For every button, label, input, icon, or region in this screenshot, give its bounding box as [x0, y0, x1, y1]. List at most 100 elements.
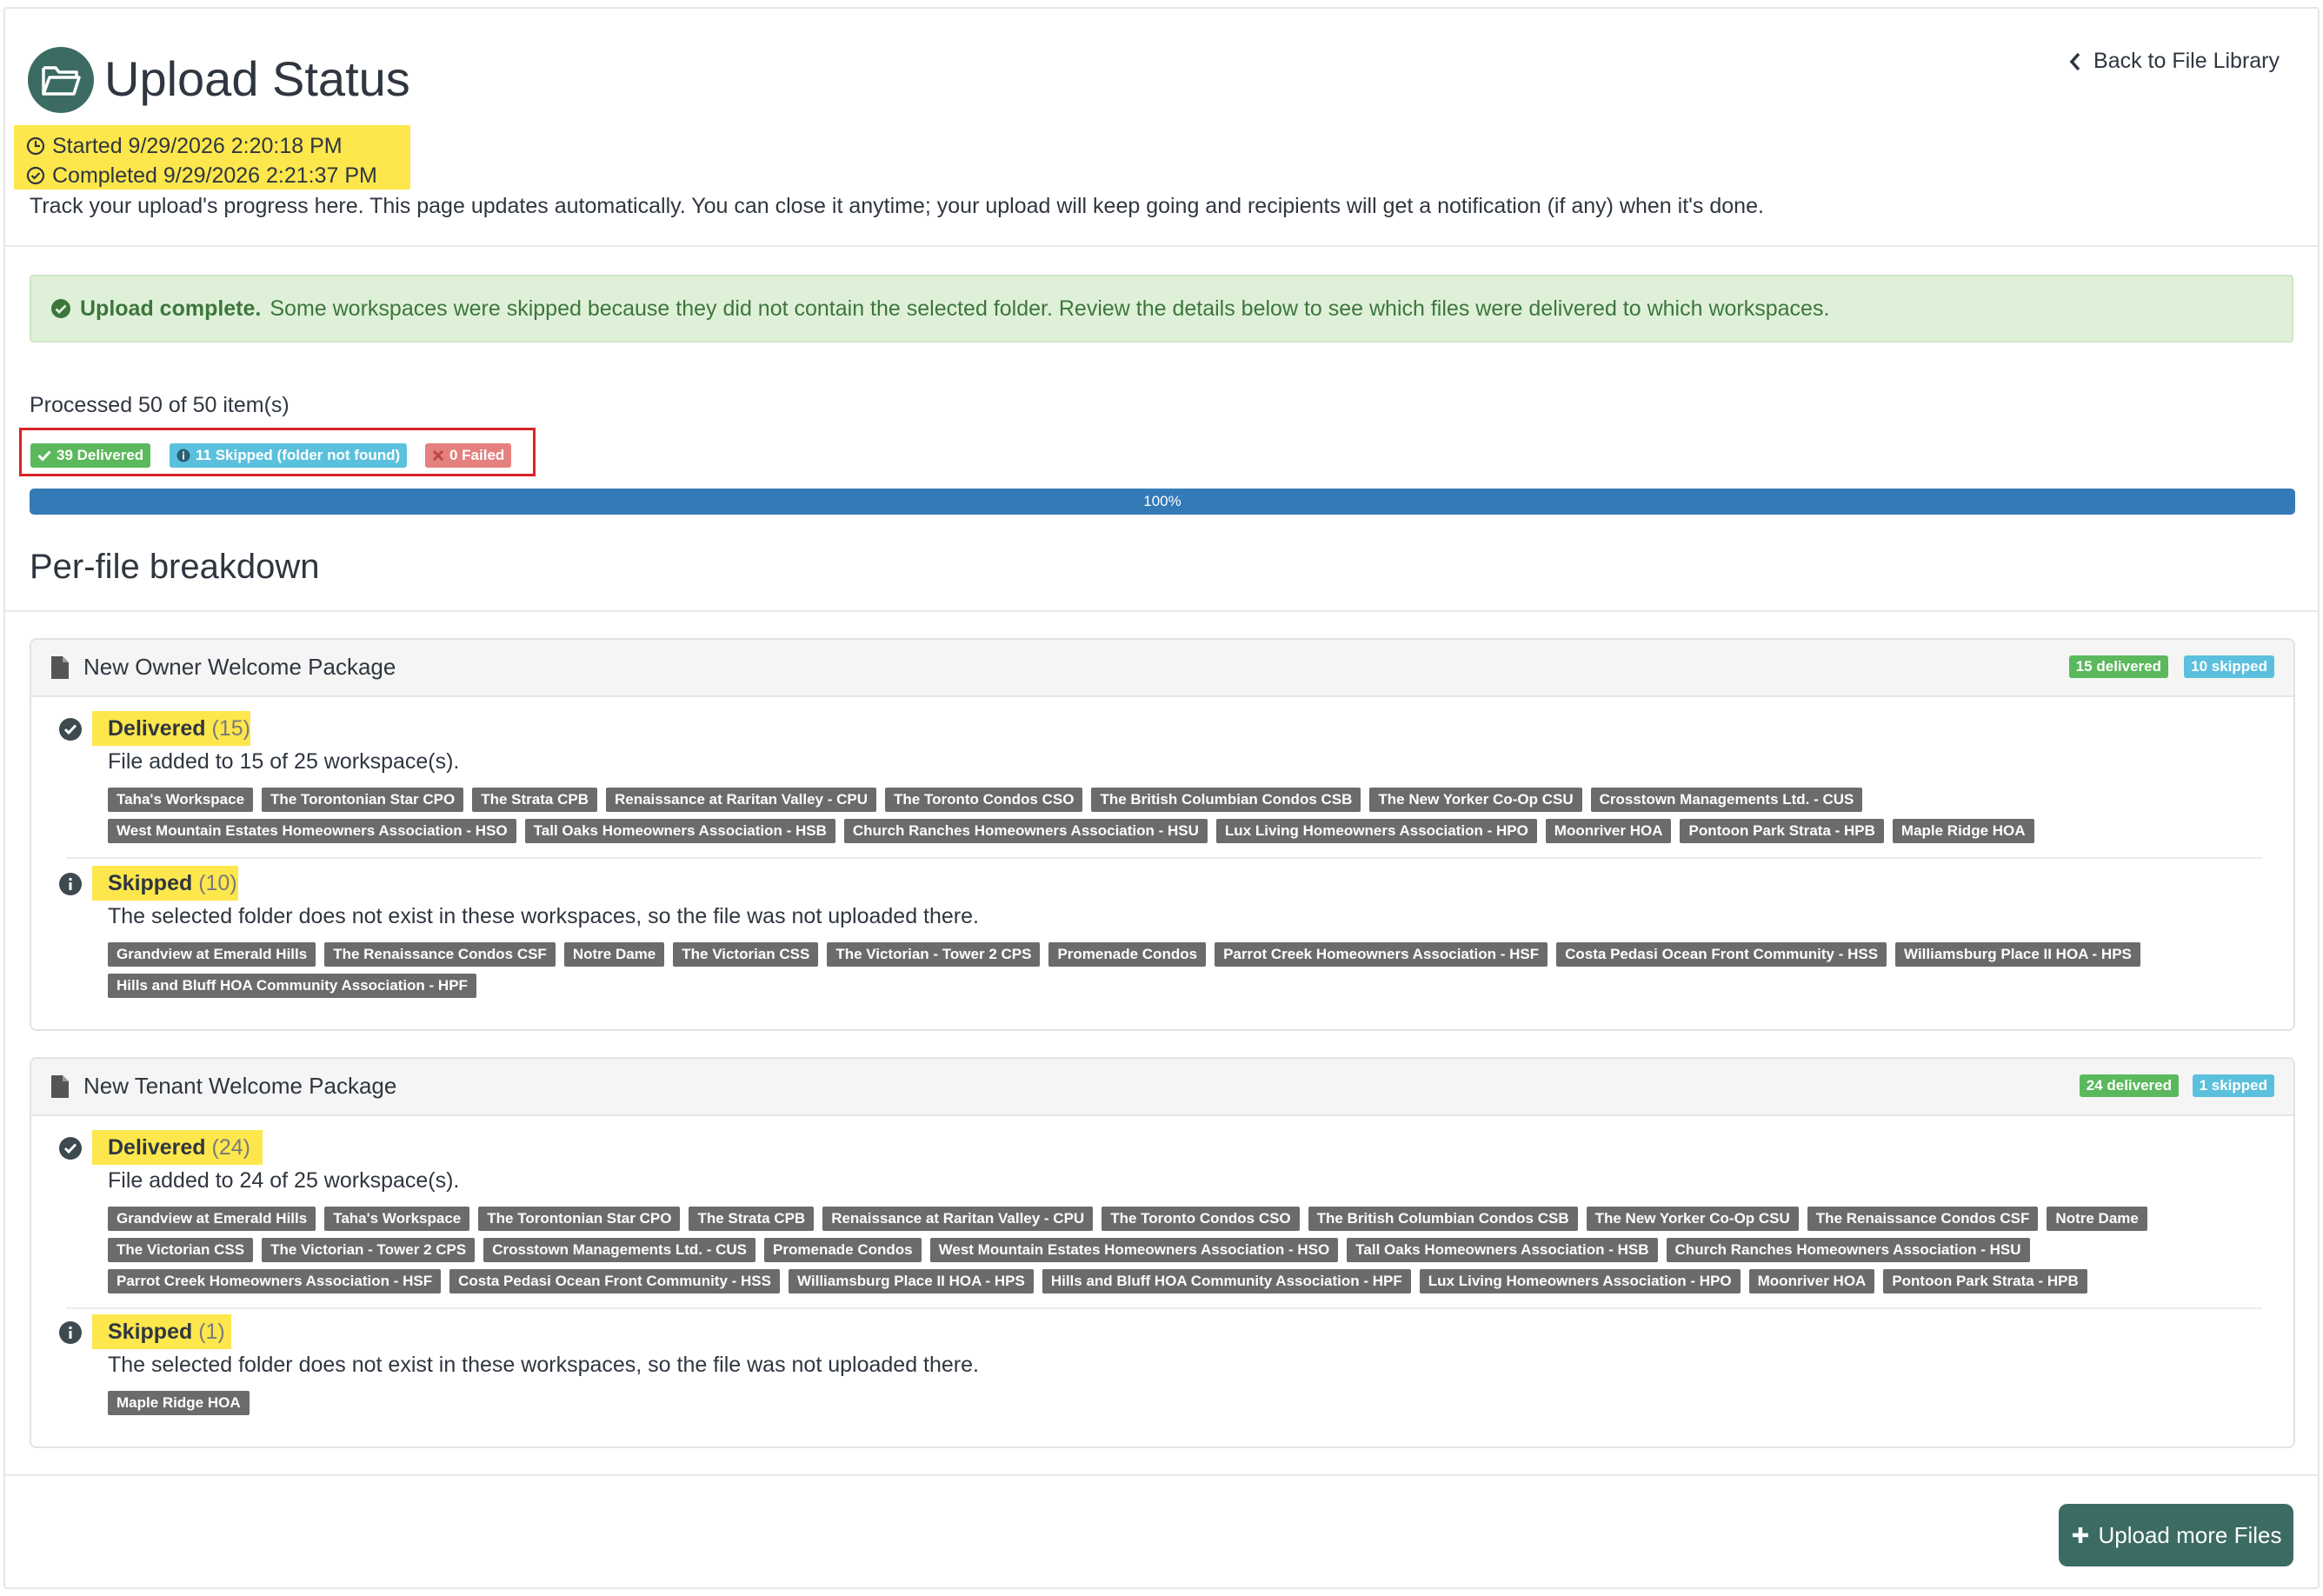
per-file-breakdown-title: Per-file breakdown — [30, 548, 320, 586]
skipped-workspace-list: Grandview at Emerald Hills The Renaissanc… — [108, 942, 2264, 998]
workspace-tag: Moonriver HOA — [1545, 819, 1672, 843]
workspace-tag: The Toronto Condos CSO — [1102, 1207, 1300, 1231]
failed-badge: 0 Failed — [425, 443, 512, 468]
workspace-tag: The Torontonian Star CPO — [262, 788, 464, 812]
workspace-tag: Church Ranches Homeowners Association - … — [1666, 1238, 2030, 1262]
workspace-tag: Moonriver HOA — [1748, 1269, 1875, 1293]
section-divider — [5, 610, 2318, 612]
skipped-heading: Skipped (10) — [108, 871, 237, 895]
plus-icon — [2072, 1527, 2088, 1543]
workspace-tag: The Strata CPB — [472, 788, 597, 812]
workspace-tag: The Strata CPB — [689, 1207, 815, 1231]
workspace-tag: Costa Pedasi Ocean Front Community - HSS — [449, 1269, 780, 1293]
workspace-tag: The Victorian - Tower 2 CPS — [262, 1238, 476, 1262]
alert-text: Some workspaces were skipped because the… — [270, 296, 1830, 321]
footer-divider — [5, 1474, 2318, 1476]
delivered-heading: Delivered (15) — [108, 716, 250, 741]
workspace-tag: The Victorian CSS — [673, 942, 819, 967]
workspace-tag: West Mountain Estates Homeowners Associa… — [929, 1238, 1339, 1262]
started-time: Started 9/29/2026 2:20:18 PM — [26, 133, 343, 159]
workspace-tag: Pontoon Park Strata - HPB — [1883, 1269, 2087, 1293]
workspace-tag: The New Yorker Co-Op CSU — [1369, 788, 1582, 812]
file-panel-header: New Tenant Welcome Package 24 delivered … — [31, 1059, 2293, 1116]
workspace-tag: Notre Dame — [563, 942, 665, 967]
progress-bar: 100% — [30, 489, 2295, 515]
skipped-description: The selected folder does not exist in th… — [108, 904, 979, 928]
workspace-tag: Renaissance at Raritan Valley - CPU — [605, 788, 877, 812]
chevron-left-icon — [2069, 52, 2080, 70]
folder-open-icon — [28, 47, 94, 113]
workspace-tag: Maple Ridge HOA — [1892, 819, 2034, 843]
info-circle-icon — [59, 873, 82, 895]
workspace-tag: Parrot Creek Homeowners Association - HS… — [1215, 942, 1548, 967]
workspace-tag: Lux Living Homeowners Association - HPO — [1419, 1269, 1741, 1293]
workspace-tag: Tall Oaks Homeowners Association - HSB — [524, 819, 835, 843]
workspace-tag: The Torontonian Star CPO — [478, 1207, 681, 1231]
skipped-heading: Skipped (1) — [108, 1320, 225, 1344]
workspace-tag: Pontoon Park Strata - HPB — [1680, 819, 1884, 843]
summary-badges: 39 Delivered 11 Skipped (folder not foun… — [19, 428, 536, 476]
workspace-tag: Notre Dame — [2047, 1207, 2147, 1231]
workspace-tag: Lux Living Homeowners Association - HPO — [1215, 819, 1537, 843]
completed-time: Completed 9/29/2026 2:21:37 PM — [26, 163, 377, 189]
workspace-tag: The Renaissance Condos CSF — [324, 942, 556, 967]
file-panel-owner: New Owner Welcome Package 15 delivered 1… — [30, 638, 2295, 1031]
skipped-badge: 11 Skipped (folder not found) — [170, 443, 408, 468]
workspace-tag: The New Yorker Co-Op CSU — [1586, 1207, 1799, 1231]
progress-label: 100% — [1143, 493, 1181, 509]
track-description: Track your upload's progress here. This … — [30, 194, 1764, 218]
delivered-workspace-list: Taha's Workspace The Torontonian Star CPO… — [108, 788, 2264, 843]
file-name: New Tenant Welcome Package — [83, 1073, 397, 1099]
workspace-tag: Tall Oaks Homeowners Association - HSB — [1347, 1238, 1658, 1262]
file-icon — [51, 1075, 69, 1098]
file-name: New Owner Welcome Package — [83, 654, 396, 680]
upload-complete-alert: Upload complete. Some workspaces were sk… — [30, 275, 2293, 342]
skipped-description: The selected folder does not exist in th… — [108, 1353, 979, 1377]
check-icon — [37, 450, 51, 462]
workspace-tag: Promenade Condos — [764, 1238, 922, 1262]
check-circle-icon — [59, 718, 82, 741]
file-skipped-badge: 10 skipped — [2184, 655, 2274, 678]
header-divider — [5, 245, 2318, 247]
workspace-tag: Renaissance at Raritan Valley - CPU — [822, 1207, 1094, 1231]
processed-count: Processed 50 of 50 item(s) — [30, 393, 290, 417]
file-panel-header: New Owner Welcome Package 15 delivered 1… — [31, 640, 2293, 697]
workspace-tag: Taha's Workspace — [108, 788, 254, 812]
delivered-heading: Delivered (24) — [108, 1135, 250, 1160]
file-skipped-badge: 1 skipped — [2192, 1074, 2274, 1097]
delivered-workspace-list: Grandview at Emerald Hills Taha's Workspa… — [108, 1207, 2264, 1293]
check-circle-icon — [26, 166, 45, 185]
skipped-workspace-list: Maple Ridge HOA — [108, 1391, 2264, 1415]
back-link-label: Back to File Library — [2093, 49, 2280, 73]
workspace-tag: Hills and Bluff HOA Community Associatio… — [1042, 1269, 1411, 1293]
workspace-tag: Promenade Condos — [1048, 942, 1207, 967]
workspace-tag: The Victorian - Tower 2 CPS — [827, 942, 1041, 967]
info-circle-icon — [59, 1321, 82, 1344]
row-divider — [66, 1307, 2262, 1309]
file-panel-tenant: New Tenant Welcome Package 24 delivered … — [30, 1057, 2295, 1448]
workspace-tag: Maple Ridge HOA — [108, 1391, 250, 1415]
upload-more-files-label: Upload more Files — [2098, 1521, 2282, 1548]
delivered-description: File added to 15 of 25 workspace(s). — [108, 749, 460, 774]
workspace-tag: The British Columbian Condos CSB — [1308, 1207, 1578, 1231]
workspace-tag: Grandview at Emerald Hills — [108, 942, 316, 967]
check-circle-icon — [59, 1137, 82, 1160]
page-title: Upload Status — [104, 51, 410, 106]
workspace-tag: The Renaissance Condos CSF — [1807, 1207, 2039, 1231]
row-divider — [66, 857, 2262, 859]
workspace-tag: The Victorian CSS — [108, 1238, 254, 1262]
file-icon — [51, 656, 69, 679]
workspace-tag: West Mountain Estates Homeowners Associa… — [108, 819, 516, 843]
info-circle-icon — [176, 449, 190, 462]
workspace-tag: The British Columbian Condos CSB — [1091, 788, 1361, 812]
back-to-library-link[interactable]: Back to File Library — [2069, 49, 2280, 74]
workspace-tag: Crosstown Managements Ltd. - CUS — [1590, 788, 1863, 812]
workspace-tag: Costa Pedasi Ocean Front Community - HSS — [1556, 942, 1887, 967]
clock-icon — [26, 136, 45, 156]
workspace-tag: Taha's Workspace — [324, 1207, 470, 1231]
upload-more-files-button[interactable]: Upload more Files — [2059, 1504, 2293, 1566]
workspace-tag: Williamsburg Place II HOA - HPS — [788, 1269, 1034, 1293]
file-delivered-badge: 24 delivered — [2079, 1074, 2179, 1097]
check-circle-icon — [51, 299, 70, 318]
workspace-tag: Church Ranches Homeowners Association - … — [843, 819, 1208, 843]
